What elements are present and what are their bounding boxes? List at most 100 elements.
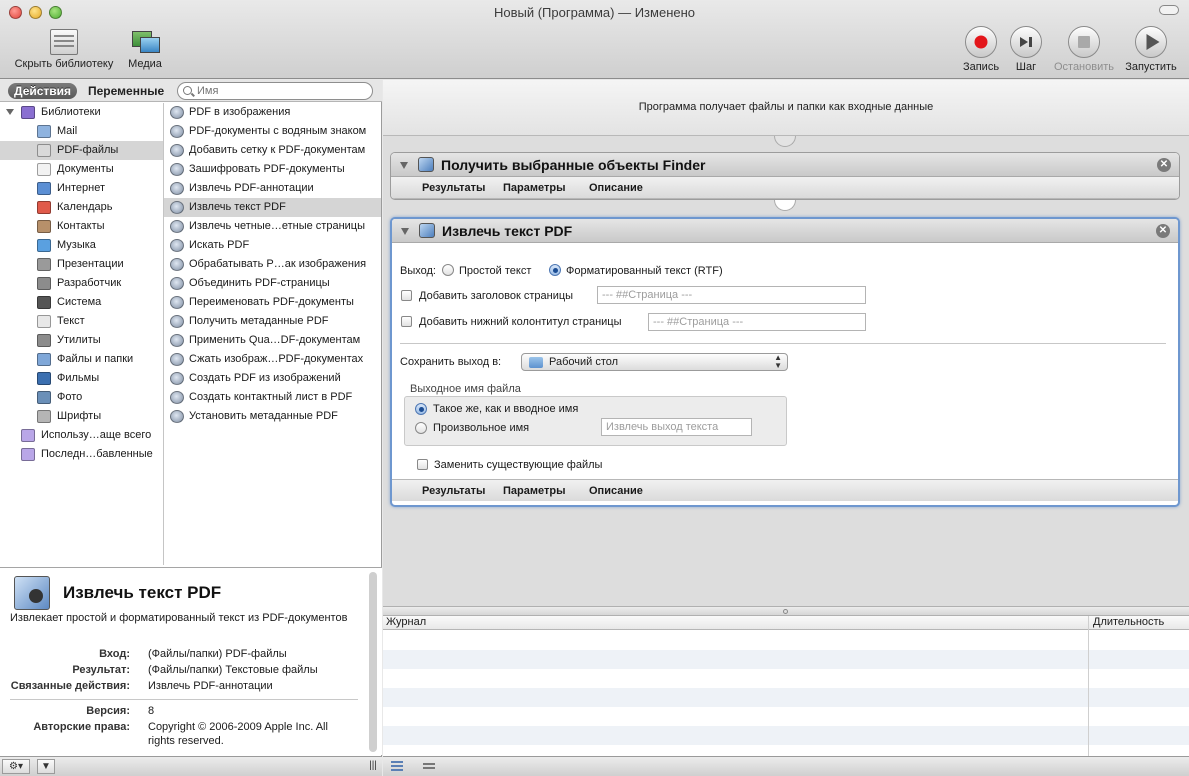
automator-action-icon (170, 410, 184, 423)
action-list-item[interactable]: Искать PDF (164, 236, 381, 255)
header-text-field[interactable]: --- ##Страница --- (597, 286, 866, 304)
action-list-item[interactable]: Переименовать PDF-документы (164, 293, 381, 312)
library-list[interactable]: Библиотеки Mail PDF-файлы Документы Интернет… (0, 103, 164, 565)
sidebar-item[interactable]: Библиотеки (0, 103, 163, 122)
sidebar-item[interactable]: Использу…аще всего (0, 426, 163, 445)
plain-text-radio[interactable] (442, 264, 454, 276)
pane-resize-handle[interactable]: ||| (366, 759, 380, 774)
library-icon (21, 106, 35, 119)
search-input[interactable] (197, 84, 367, 98)
sidebar-item[interactable]: Календарь (0, 198, 163, 217)
sidebar-item[interactable]: Контакты (0, 217, 163, 236)
tab-results[interactable]: Результаты (422, 182, 485, 194)
action-list-item[interactable]: PDF-документы с водяным знаком (164, 122, 381, 141)
info-related-label: Связанные действия: (10, 680, 130, 692)
action-list-item[interactable]: PDF в изображения (164, 103, 381, 122)
info-related-value[interactable]: Извлечь PDF-аннотации (148, 680, 273, 693)
automator-action-icon (170, 144, 184, 157)
action-list-item[interactable]: Зашифровать PDF-документы (164, 160, 381, 179)
action-list-item[interactable]: Обрабатывать Р…ак изображения (164, 255, 381, 274)
sidebar-item[interactable]: Система (0, 293, 163, 312)
info-input-value: (Файлы/папки) PDF-файлы (148, 648, 287, 660)
media-button[interactable]: Медиа (124, 29, 166, 70)
sidebar-item[interactable]: Музыка (0, 236, 163, 255)
action-list-item[interactable]: Создать PDF из изображений (164, 369, 381, 388)
extract-pdf-text-icon (419, 223, 435, 238)
remove-action-icon[interactable]: ✕ (1156, 224, 1170, 238)
info-toggle-button[interactable]: ▼ (37, 759, 55, 774)
log-col-duration[interactable]: Длительность (1093, 616, 1164, 629)
replace-existing-label: Заменить существующие файлы (434, 459, 603, 471)
action-list-item[interactable]: Установить метаданные PDF (164, 407, 381, 426)
add-header-checkbox[interactable] (401, 290, 412, 301)
sidebar-item[interactable]: Интернет (0, 179, 163, 198)
replace-existing-checkbox[interactable] (417, 459, 428, 470)
log-splitter[interactable] (383, 606, 1189, 616)
custom-name-field[interactable]: Извлечь выход текста (601, 418, 752, 436)
collapse-triangle-icon[interactable] (400, 162, 408, 169)
action-list-label: Создать контактный лист в PDF (189, 391, 353, 403)
sidebar-item[interactable]: Mail (0, 122, 163, 141)
sidebar-item[interactable]: Текст (0, 312, 163, 331)
action-list-item[interactable]: Сжать изображ…PDF-документах (164, 350, 381, 369)
disclosure-triangle-icon[interactable] (6, 109, 14, 115)
automator-action-icon (170, 201, 184, 214)
connector-notch (774, 200, 796, 211)
action-list-item[interactable]: Создать контактный лист в PDF (164, 388, 381, 407)
sidebar-item[interactable]: Последн…бавленные (0, 445, 163, 464)
add-footer-checkbox[interactable] (401, 316, 412, 327)
action-list-item[interactable]: Извлечь PDF-аннотации (164, 179, 381, 198)
compact-view-icon[interactable] (421, 760, 437, 772)
action-list-item[interactable]: Извлечь четные…етные страницы (164, 217, 381, 236)
save-location-popup[interactable]: Рабочий стол ▲ ▼ (521, 353, 788, 371)
movie-icon (37, 372, 51, 385)
same-as-input-radio[interactable] (415, 403, 427, 415)
hide-library-button[interactable]: Скрыть библиотеку (10, 29, 118, 70)
action-list-item[interactable]: Добавить сетку к PDF-документам (164, 141, 381, 160)
tab-description[interactable]: Описание (589, 182, 643, 194)
remove-action-icon[interactable]: ✕ (1157, 158, 1171, 172)
step-button[interactable]: Шаг (1004, 26, 1048, 73)
list-view-icon[interactable] (389, 760, 405, 772)
action-list-item[interactable]: Применить Qua…DF-документам (164, 331, 381, 350)
sidebar-item[interactable]: Презентации (0, 255, 163, 274)
sidebar-item[interactable]: PDF-файлы (0, 141, 163, 160)
sidebar-item-label: Презентации (57, 258, 124, 270)
tab-description[interactable]: Описание (589, 485, 643, 497)
tab-options[interactable]: Параметры (503, 485, 565, 497)
collapse-triangle-icon[interactable] (401, 228, 409, 235)
sidebar-item[interactable]: Утилиты (0, 331, 163, 350)
tab-actions[interactable]: Действия (8, 83, 78, 99)
record-button[interactable]: Запись (958, 26, 1004, 73)
output-filename-group: Такое же, как и вводное имя Произвольное… (404, 396, 787, 446)
action-get-finder-items[interactable]: Получить выбранные объекты Finder ✕ Резу… (390, 152, 1180, 200)
sidebar-item[interactable]: Шрифты (0, 407, 163, 426)
info-scrollbar[interactable] (369, 572, 377, 752)
log-table[interactable]: Журнал Длительность (383, 616, 1189, 756)
sidebar-item[interactable]: Фильмы (0, 369, 163, 388)
search-field[interactable] (177, 82, 373, 100)
stop-button[interactable]: Остановить (1050, 26, 1118, 73)
sidebar-item[interactable]: Файлы и папки (0, 350, 163, 369)
run-button[interactable]: Запустить (1122, 26, 1180, 73)
action-list-item[interactable]: Объединить PDF-страницы (164, 274, 381, 293)
log-col-journal[interactable]: Журнал (386, 616, 426, 629)
action-list-item[interactable]: Получить метаданные PDF (164, 312, 381, 331)
tab-variables[interactable]: Переменные (82, 83, 170, 99)
automator-action-icon (170, 220, 184, 233)
action-extract-pdf-text[interactable]: Извлечь текст PDF ✕ Выход: Простой текст… (390, 217, 1180, 507)
actions-list[interactable]: PDF в изображения PDF-документы с водяным… (164, 103, 381, 565)
workflow-area[interactable]: Программа получает файлы и папки как вхо… (383, 80, 1189, 606)
action-list-item[interactable]: Извлечь текст PDF (164, 198, 381, 217)
gear-menu-button[interactable]: ⚙▾ (2, 759, 30, 774)
sidebar-item[interactable]: Фото (0, 388, 163, 407)
sidebar-item[interactable]: Документы (0, 160, 163, 179)
footer-text-field[interactable]: --- ##Страница --- (648, 313, 866, 331)
tab-results[interactable]: Результаты (422, 485, 485, 497)
toolbar-toggle-icon[interactable] (1159, 5, 1179, 15)
sidebar-item[interactable]: Разработчик (0, 274, 163, 293)
tab-options[interactable]: Параметры (503, 182, 565, 194)
rich-text-radio[interactable] (549, 264, 561, 276)
custom-name-radio[interactable] (415, 422, 427, 434)
globe-icon (37, 182, 51, 195)
